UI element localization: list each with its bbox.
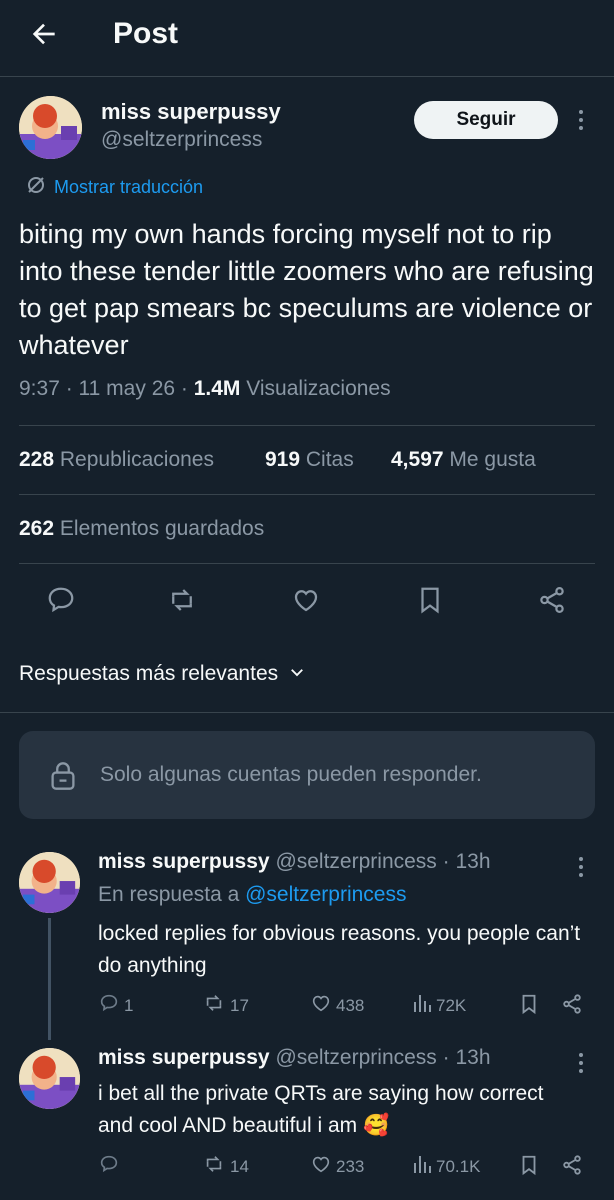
reply-like-count: 233 xyxy=(336,1156,365,1176)
reply-time: · 13h xyxy=(442,850,491,873)
divider xyxy=(19,425,595,426)
reposts-count: 228 xyxy=(19,448,55,471)
share-icon[interactable] xyxy=(534,582,570,618)
avatar[interactable] xyxy=(19,852,80,913)
divider xyxy=(19,563,595,564)
views-label: Visualizaciones xyxy=(246,377,391,400)
lock-icon xyxy=(49,761,77,796)
post-date: 11 may 26 xyxy=(78,377,176,400)
follow-button[interactable]: Seguir xyxy=(414,101,558,139)
more-options-icon[interactable] xyxy=(579,110,583,130)
page-title: Post xyxy=(113,17,179,50)
reply-repost-count: 14 xyxy=(230,1156,249,1176)
in-reply-handle[interactable]: @seltzerprincess xyxy=(245,883,406,906)
like-icon xyxy=(310,1153,332,1180)
likes-count: 4,597 xyxy=(391,448,444,471)
reply-author-handle[interactable]: @seltzerprincess xyxy=(275,1046,436,1069)
divider xyxy=(19,494,595,495)
reply-repost-button[interactable]: 14 xyxy=(202,1153,249,1180)
like-icon[interactable] xyxy=(288,582,324,618)
translate-icon xyxy=(26,175,46,200)
more-options-icon[interactable] xyxy=(579,857,583,877)
likes-label: Me gusta xyxy=(449,448,536,471)
views-icon xyxy=(412,1153,432,1180)
repost-icon xyxy=(202,1153,226,1180)
views-icon xyxy=(412,992,432,1019)
reply-like-button[interactable]: 233 xyxy=(310,1153,364,1180)
bookmarks-label: Elementos guardados xyxy=(59,517,265,540)
like-icon xyxy=(310,992,332,1019)
likes-stat[interactable]: 4,597 Me gusta xyxy=(391,448,536,472)
reply-views-count: 72K xyxy=(436,995,467,1015)
reply-icon[interactable] xyxy=(43,582,79,618)
reply-comment-count: 1 xyxy=(124,995,134,1015)
post-text: biting my own hands forcing myself not t… xyxy=(19,219,594,360)
in-reply-prefix: En respuesta a xyxy=(98,883,240,906)
post-time: 9:37 xyxy=(19,377,60,400)
bookmark-icon[interactable] xyxy=(518,1153,540,1182)
bookmarks-stat[interactable]: 262 Elementos guardados xyxy=(19,517,264,541)
translate-label: Mostrar traducción xyxy=(54,177,204,197)
reposts-stat[interactable]: 228 Republicaciones xyxy=(19,448,214,472)
quotes-count: 919 xyxy=(265,448,301,471)
reply-header: miss superpussy @seltzerprincess · 13h xyxy=(98,1046,491,1070)
reply-text: i bet all the private QRTs are saying ho… xyxy=(98,1082,544,1137)
reply-like-count: 438 xyxy=(336,995,365,1015)
reply-text: locked replies for obvious reasons. you … xyxy=(98,922,581,977)
share-icon[interactable] xyxy=(561,992,583,1021)
reply-icon xyxy=(98,1153,120,1180)
more-options-icon[interactable] xyxy=(579,1053,583,1073)
reply-repost-button[interactable]: 17 xyxy=(202,992,249,1019)
restriction-text: Solo algunas cuentas pueden responder. xyxy=(100,763,482,786)
reply-repost-count: 17 xyxy=(230,995,249,1015)
avatar[interactable] xyxy=(19,1048,80,1109)
bookmark-icon[interactable] xyxy=(518,992,540,1021)
sort-label: Respuestas más relevantes xyxy=(19,662,279,685)
reply-comment-button[interactable]: 1 xyxy=(98,992,133,1019)
reply-icon xyxy=(98,992,120,1019)
thread-line xyxy=(48,918,51,1040)
bookmark-icon[interactable] xyxy=(412,582,448,618)
show-translation-link[interactable]: Mostrar traducción xyxy=(26,175,203,200)
reply-comment-button[interactable] xyxy=(98,1153,124,1180)
reply-header: miss superpussy @seltzerprincess · 13h xyxy=(98,850,491,874)
reply-like-button[interactable]: 438 xyxy=(310,992,364,1019)
bookmarks-count: 262 xyxy=(19,517,55,540)
reply-views-button[interactable]: 72K xyxy=(412,992,466,1019)
views-count: 1.4M xyxy=(193,377,241,400)
share-icon[interactable] xyxy=(561,1153,583,1182)
reply-views-button[interactable]: 70.1K xyxy=(412,1153,480,1180)
divider xyxy=(0,712,614,713)
sort-replies-dropdown[interactable]: Respuestas más relevantes xyxy=(19,662,306,686)
reply-author-handle[interactable]: @seltzerprincess xyxy=(275,850,436,873)
repost-icon xyxy=(202,992,226,1019)
reply-author-name[interactable]: miss superpussy xyxy=(98,1046,270,1069)
avatar[interactable] xyxy=(19,96,82,159)
back-arrow-icon[interactable] xyxy=(28,18,60,50)
header-divider xyxy=(0,76,614,77)
quotes-stat[interactable]: 919 Citas xyxy=(265,448,354,472)
author-name[interactable]: miss superpussy xyxy=(101,99,281,125)
reply-author-name[interactable]: miss superpussy xyxy=(98,850,270,873)
post-meta: 9:37 · 11 may 26 · 1.4M Visualizaciones xyxy=(19,377,391,400)
chevron-down-icon xyxy=(288,663,306,686)
author-handle[interactable]: @seltzerprincess xyxy=(101,128,262,152)
reply-views-count: 70.1K xyxy=(436,1156,481,1176)
reply-time: · 13h xyxy=(442,1046,491,1069)
quotes-label: Citas xyxy=(305,448,354,471)
repost-icon[interactable] xyxy=(164,582,200,618)
reply-restriction-notice: Solo algunas cuentas pueden responder. xyxy=(19,731,595,819)
in-reply-to: En respuesta a @seltzerprincess xyxy=(98,883,406,907)
reposts-label: Republicaciones xyxy=(59,448,214,471)
